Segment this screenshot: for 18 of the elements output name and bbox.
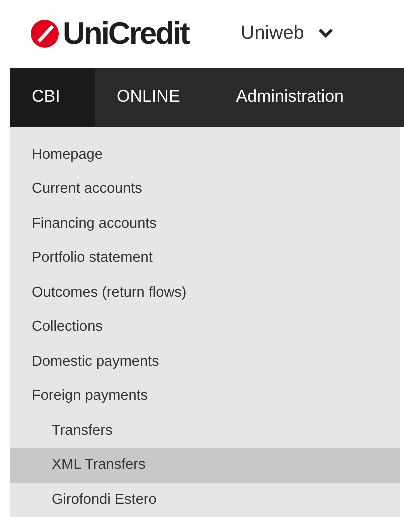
menu-item[interactable]: Homepage [10,138,400,172]
chevron-down-icon [318,28,334,40]
logo-icon [30,18,60,49]
nav-tab[interactable]: CBI [10,68,95,126]
menu-item[interactable]: Outcomes (return flows) [10,276,400,310]
nav-tab[interactable]: ONLINE [95,68,214,126]
app-selector[interactable]: Uniweb [241,22,334,45]
menu-item[interactable]: Girofondi Estero [10,482,400,517]
menu-item[interactable]: Foreign payments [10,379,400,414]
menu-item[interactable]: Portfolio statement [10,241,400,276]
menu-item[interactable]: Transfers [10,414,400,448]
nav-tab[interactable]: Administration [214,68,378,126]
menu-item[interactable]: Domestic payments [10,344,400,379]
menu-item[interactable]: Collections [10,310,400,344]
menu-item[interactable]: Current accounts [10,172,400,206]
menu-item[interactable]: Financing accounts [10,206,400,241]
menu-item[interactable]: XML Transfers [10,448,400,482]
logo-text: UniCredit [63,16,189,52]
